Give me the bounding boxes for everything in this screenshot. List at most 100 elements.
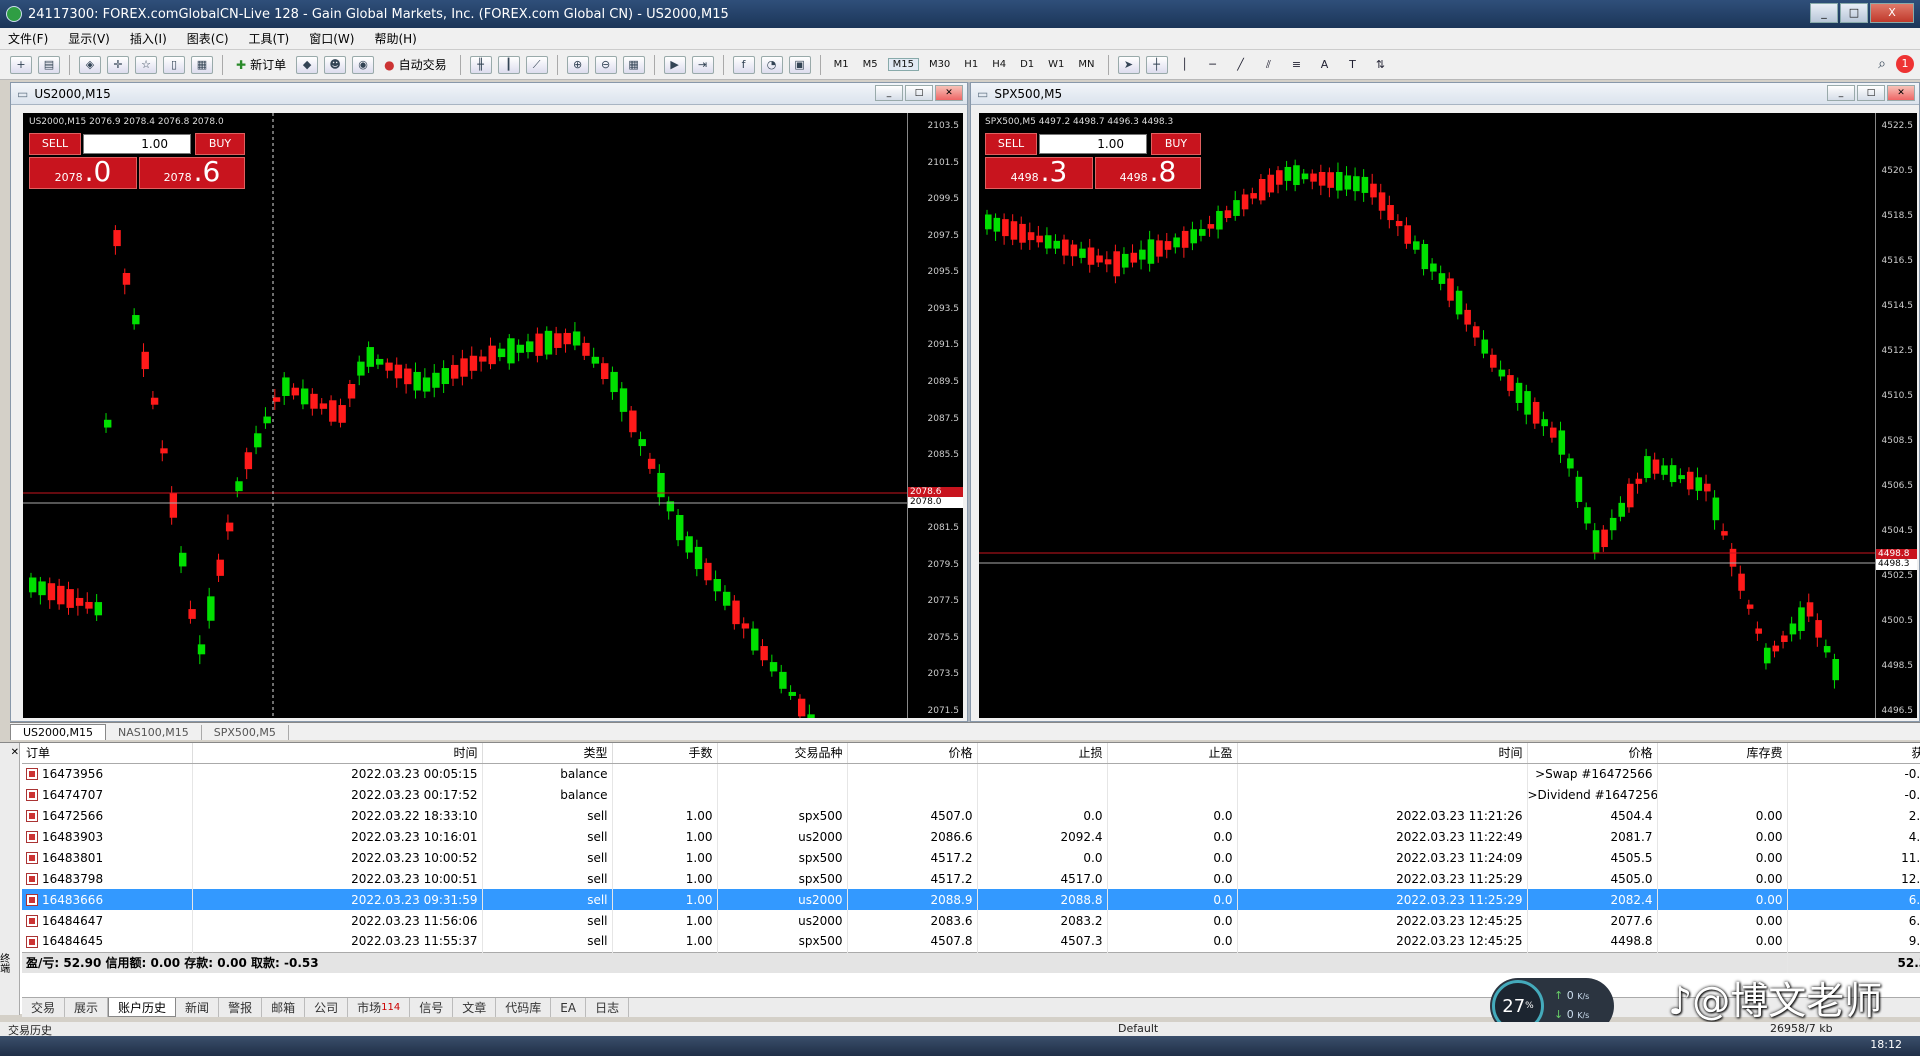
terminal-tab[interactable]: 交易 <box>22 998 66 1017</box>
menu-help[interactable]: 帮助(H) <box>374 30 416 47</box>
menu-file[interactable]: 文件(F) <box>8 30 48 47</box>
table-row[interactable]: 16484645 2022.03.23 11:55:37 sell 1.00 spx50… <box>22 931 1920 952</box>
table-row[interactable]: 16483798 2022.03.23 10:00:51 sell 1.00 spx50… <box>22 868 1920 889</box>
tf-m1[interactable]: M1 <box>830 59 853 70</box>
new-chart-icon[interactable]: + <box>10 55 32 74</box>
notification-badge[interactable]: 1 <box>1896 55 1914 73</box>
chart-maximize-button[interactable]: □ <box>1857 85 1885 101</box>
menu-tools[interactable]: 工具(T) <box>249 30 290 47</box>
terminal-tab[interactable]: EA <box>551 998 587 1017</box>
search-icon[interactable]: ⌕ <box>1878 56 1886 72</box>
terminal-tab[interactable]: 邮箱 <box>262 998 306 1017</box>
column-header[interactable]: 交易品种 <box>717 743 848 764</box>
tile-windows-icon[interactable]: ▦ <box>622 55 645 74</box>
candlestick-icon[interactable]: ┃ <box>497 55 520 74</box>
tf-m5[interactable]: M5 <box>859 59 882 70</box>
minimize-button[interactable]: _ <box>1810 3 1838 23</box>
terminal-close-icon[interactable]: ✕ <box>11 747 19 758</box>
templates-icon[interactable]: ▣ <box>788 55 811 74</box>
column-header[interactable]: 类型 <box>482 743 613 764</box>
terminal-tab[interactable]: 账户历史 <box>108 998 177 1017</box>
maximize-button[interactable]: □ <box>1840 3 1868 23</box>
terminal-tab[interactable]: 展示 <box>65 998 109 1017</box>
menu-insert[interactable]: 插入(I) <box>130 30 167 47</box>
zoom-in-icon[interactable]: ⊕ <box>566 55 589 74</box>
table-row[interactable]: 16484647 2022.03.23 11:56:06 sell 1.00 us200… <box>22 910 1920 931</box>
trendline-icon[interactable]: ╱ <box>1230 54 1252 76</box>
column-header[interactable]: 时间 <box>192 743 483 764</box>
tf-m30[interactable]: M30 <box>925 59 954 70</box>
sell-button[interactable]: SELL <box>985 133 1037 155</box>
tf-h1[interactable]: H1 <box>960 59 982 70</box>
data-window-icon[interactable]: ✛ <box>107 55 129 74</box>
terminal-tab[interactable]: 文章 <box>453 998 497 1017</box>
terminal-tab[interactable]: 日志 <box>586 998 630 1017</box>
chart-minimize-button[interactable]: _ <box>875 85 903 101</box>
lot-input[interactable]: 1.00 <box>1039 134 1147 154</box>
price-chart[interactable]: SPX500,M5 4497.2 4498.7 4496.3 4498.3 SE… <box>979 113 1875 718</box>
close-button[interactable]: X <box>1870 3 1914 23</box>
column-header[interactable]: 价格 <box>1527 743 1658 764</box>
autoscroll-icon[interactable]: ▶ <box>663 55 686 74</box>
table-row[interactable]: 16483666 2022.03.23 09:31:59 sell 1.00 us200… <box>22 889 1920 910</box>
market-watch-icon[interactable]: ◈ <box>79 55 101 74</box>
crosshair-icon[interactable]: ┼ <box>1145 55 1168 74</box>
column-header[interactable]: 手数 <box>612 743 718 764</box>
chart-close-button[interactable]: ✕ <box>1887 85 1915 101</box>
zoom-out-icon[interactable]: ⊖ <box>594 55 617 74</box>
metaeditor-icon[interactable]: ◆ <box>296 55 319 74</box>
column-header[interactable]: 库存费 <box>1657 743 1788 764</box>
sell-button[interactable]: SELL <box>29 133 81 155</box>
tf-d1[interactable]: D1 <box>1016 59 1038 70</box>
terminal-tab[interactable]: 市场 114 <box>348 998 411 1017</box>
ask-price[interactable]: 4498.8 <box>1095 157 1201 189</box>
table-row[interactable]: 16483903 2022.03.23 10:16:01 sell 1.00 us200… <box>22 826 1920 847</box>
menu-window[interactable]: 窗口(W) <box>309 30 354 47</box>
vps-icon[interactable]: ◉ <box>352 55 375 74</box>
arrows-icon[interactable]: ⇅ <box>1370 54 1392 76</box>
indicators-icon[interactable]: f <box>732 55 755 74</box>
line-chart-icon[interactable]: ⟋ <box>525 55 548 74</box>
tf-w1[interactable]: W1 <box>1044 59 1068 70</box>
tester-icon[interactable]: ▦ <box>191 55 213 74</box>
tab-nas100[interactable]: NAS100,M15 <box>106 725 202 740</box>
lot-input[interactable]: 1.00 <box>83 134 191 154</box>
terminal-tab[interactable]: 警报 <box>219 998 263 1017</box>
terminal-tab[interactable]: 代码库 <box>496 998 552 1017</box>
terminal-icon[interactable]: ▯ <box>163 55 185 74</box>
terminal-tab[interactable]: 新闻 <box>176 998 220 1017</box>
new-order-button[interactable]: ✚ 新订单 <box>232 56 290 73</box>
tab-us2000[interactable]: US2000,M15 <box>10 724 107 740</box>
tf-mn[interactable]: MN <box>1074 59 1098 70</box>
table-row[interactable]: 16473956 2022.03.23 00:05:15 balance >Swap … <box>22 763 1920 784</box>
menu-view[interactable]: 显示(V) <box>68 30 110 47</box>
auto-trading-button[interactable]: ● 自动交易 <box>380 56 451 73</box>
bid-price[interactable]: 4498.3 <box>985 157 1093 189</box>
bar-chart-icon[interactable]: ╫ <box>469 55 492 74</box>
text-label-icon[interactable]: T <box>1342 54 1364 76</box>
column-header[interactable]: 订单 <box>22 743 193 764</box>
column-header[interactable]: 止盈 <box>1107 743 1238 764</box>
terminal-tab[interactable]: 信号 <box>410 998 454 1017</box>
channel-icon[interactable]: ⫽ <box>1258 54 1280 76</box>
tf-h4[interactable]: H4 <box>988 59 1010 70</box>
chart-shift-icon[interactable]: ⇥ <box>691 55 714 74</box>
tab-spx500[interactable]: SPX500,M5 <box>202 725 289 740</box>
menu-charts[interactable]: 图表(C) <box>187 30 229 47</box>
cursor-icon[interactable]: ➤ <box>1117 55 1140 74</box>
vertical-line-icon[interactable]: │ <box>1174 54 1196 76</box>
horizontal-line-icon[interactable]: ─ <box>1202 54 1224 76</box>
fibonacci-icon[interactable]: ≡ <box>1286 54 1308 76</box>
buy-button[interactable]: BUY <box>195 133 245 155</box>
table-row[interactable]: 16472566 2022.03.22 18:33:10 sell 1.00 spx50… <box>22 805 1920 826</box>
column-header[interactable]: 获利 <box>1787 743 1920 764</box>
periods-icon[interactable]: ◔ <box>760 55 783 74</box>
chart-minimize-button[interactable]: _ <box>1827 85 1855 101</box>
ask-price[interactable]: 2078.6 <box>139 157 245 189</box>
chart-close-button[interactable]: ✕ <box>935 85 963 101</box>
profiles-icon[interactable]: ▤ <box>38 55 60 74</box>
bid-price[interactable]: 2078.0 <box>29 157 137 189</box>
buy-button[interactable]: BUY <box>1151 133 1201 155</box>
terminal-tab[interactable]: 公司 <box>305 998 349 1017</box>
signals-icon[interactable]: ☻ <box>324 55 347 74</box>
